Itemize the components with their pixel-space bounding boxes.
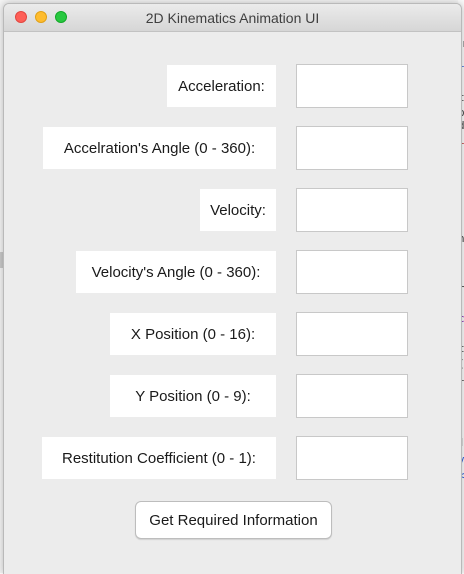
title-bar[interactable]: 2D Kinematics Animation UI [4, 4, 461, 32]
y-position-input[interactable] [296, 374, 408, 418]
acceleration-input[interactable] [296, 64, 408, 108]
restitution-coefficient-label: Restitution Coefficient (0 - 1): [42, 437, 276, 479]
x-position-label: X Position (0 - 16): [110, 313, 276, 355]
velocity-angle-label: Velocity's Angle (0 - 360): [76, 251, 276, 293]
y-position-label: Y Position (0 - 9): [110, 375, 276, 417]
get-required-information-button[interactable]: Get Required Information [135, 501, 332, 539]
velocity-angle-input[interactable] [296, 250, 408, 294]
restitution-coefficient-input[interactable] [296, 436, 408, 480]
app-window: 2D Kinematics Animation UI Acceleration:… [3, 3, 462, 574]
acceleration-angle-input[interactable] [296, 126, 408, 170]
velocity-label: Velocity: [200, 189, 276, 231]
acceleration-angle-label: Accelration's Angle (0 - 360): [43, 127, 276, 169]
velocity-input[interactable] [296, 188, 408, 232]
x-position-input[interactable] [296, 312, 408, 356]
window-title: 2D Kinematics Animation UI [145, 10, 320, 26]
acceleration-label: Acceleration: [167, 65, 276, 107]
